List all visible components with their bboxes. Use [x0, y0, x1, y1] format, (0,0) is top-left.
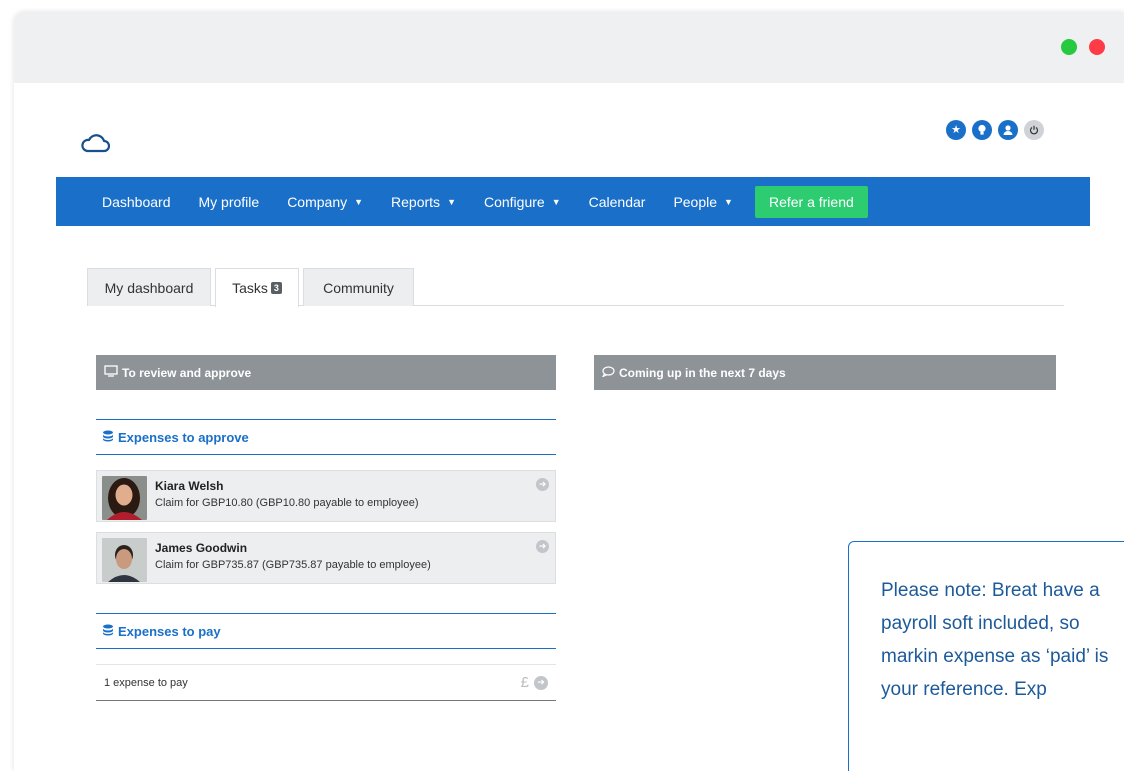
expense-row[interactable]: James Goodwin Claim for GBP735.87 (GBP73… [96, 532, 556, 584]
tab-label: Tasks [232, 280, 268, 296]
monitor-icon [104, 365, 118, 380]
nav-configure-dropdown[interactable]: Configure ▼ [484, 194, 561, 210]
nav-label: My profile [198, 193, 260, 210]
claim-description: Claim for GBP10.80 (GBP10.80 payable to … [155, 497, 419, 509]
arrow-right-circle-icon[interactable]: ➜ [534, 675, 548, 690]
dashboard-tabs: My dashboard Tasks 3 Community [87, 268, 1064, 307]
expense-row[interactable]: Kiara Welsh Claim for GBP10.80 (GBP10.80… [96, 470, 556, 522]
nav-label: Company [287, 193, 348, 210]
panel-title: To review and approve [122, 365, 252, 380]
caret-down-icon: ▼ [724, 196, 733, 207]
nav-company-dropdown[interactable]: Company ▼ [287, 194, 363, 210]
expense-to-pay-row[interactable]: 1 expense to pay £ ➜ [96, 664, 556, 701]
title-bar [14, 12, 1124, 83]
nav-dashboard[interactable]: Dashboard [102, 194, 171, 210]
database-icon [102, 624, 114, 639]
note-text: Please note: Breat have a payroll soft i… [881, 580, 1109, 700]
caret-down-icon: ▼ [447, 196, 456, 207]
star-icon[interactable]: ★ [946, 120, 966, 140]
payroll-note-callout: Please note: Breat have a payroll soft i… [848, 541, 1124, 771]
expenses-to-pay-heading[interactable]: Expenses to pay [96, 613, 556, 649]
panel-title: Coming up in the next 7 days [619, 365, 786, 380]
caret-down-icon: ▼ [551, 196, 561, 207]
nav-label: Configure [483, 193, 545, 210]
nav-reports-dropdown[interactable]: Reports ▼ [391, 194, 456, 210]
arrow-right-circle-icon[interactable]: ➜ [536, 478, 549, 491]
tab-community[interactable]: Community [303, 268, 414, 306]
avatar [102, 538, 147, 582]
review-approve-panel-header: To review and approve [96, 355, 556, 390]
header-icons: ★ [946, 120, 1044, 140]
tab-tasks[interactable]: Tasks 3 [215, 268, 299, 307]
pay-row-actions: £ ➜ [521, 674, 548, 691]
window-close-button[interactable] [1089, 39, 1105, 55]
section-title-text: Expenses to pay [118, 623, 221, 639]
comment-icon [601, 365, 615, 380]
tab-my-dashboard[interactable]: My dashboard [87, 268, 211, 306]
nav-people-dropdown[interactable]: People ▼ [673, 194, 733, 210]
power-icon[interactable] [1024, 120, 1044, 140]
arrow-right-circle-icon[interactable]: ➜ [536, 540, 549, 553]
database-icon [102, 430, 114, 445]
nav-label: Reports [391, 193, 441, 210]
tab-label: My dashboard [104, 279, 194, 296]
employee-name: James Goodwin [155, 541, 248, 555]
window-maximize-button[interactable] [1061, 39, 1077, 55]
caret-down-icon: ▼ [354, 196, 364, 207]
main-nav: Dashboard My profile Company ▼ Reports ▼ C… [56, 177, 1090, 226]
tasks-count-badge: 3 [270, 282, 282, 294]
coming-up-panel-header: Coming up in the next 7 days [594, 355, 1056, 390]
claim-description: Claim for GBP735.87 (GBP735.87 payable t… [155, 559, 431, 571]
refer-a-friend-button[interactable]: Refer a friend [754, 185, 868, 218]
expense-count-text: 1 expense to pay [104, 676, 188, 689]
nav-calendar[interactable]: Calendar [589, 194, 646, 210]
employee-name: Kiara Welsh [155, 479, 224, 493]
tab-label: Community [323, 279, 394, 296]
cloud-icon[interactable] [80, 131, 110, 155]
lightbulb-icon[interactable] [972, 120, 992, 140]
nav-label: People [673, 193, 718, 210]
user-icon[interactable] [998, 120, 1018, 140]
pound-icon[interactable]: £ [521, 674, 529, 691]
expenses-to-approve-heading[interactable]: Expenses to approve [96, 419, 556, 455]
avatar [102, 476, 147, 520]
section-title-text: Expenses to approve [118, 429, 249, 445]
nav-my-profile[interactable]: My profile [199, 194, 260, 210]
nav-label: Calendar [588, 193, 646, 210]
nav-label: Dashboard [102, 193, 171, 210]
